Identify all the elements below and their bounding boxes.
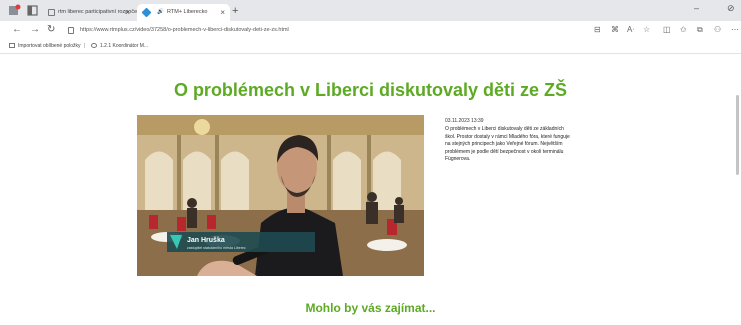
read-aloud-icon[interactable]: Aᐧ <box>627 24 634 36</box>
globe-icon <box>91 43 97 49</box>
forward-icon[interactable]: → <box>30 24 40 36</box>
tab-strip: rtm liberec participativní rozpočet × 🔊 … <box>0 0 741 21</box>
article-date: 03.11.2023 13:39 <box>445 118 484 124</box>
split-screen-icon[interactable]: ◫ <box>663 24 671 36</box>
workspaces-icon[interactable] <box>26 4 39 17</box>
search-favicon-icon <box>48 9 55 16</box>
caption-role: zastupitel statutárního města Liberec <box>187 246 246 250</box>
back-icon[interactable]: ← <box>12 24 22 36</box>
close-tab-icon[interactable]: × <box>125 4 130 21</box>
article-video[interactable]: Jan Hruška zastupitel statutárního města… <box>137 115 424 276</box>
lock-icon <box>68 27 74 34</box>
site-favicon-icon <box>141 7 152 18</box>
minimize-icon[interactable]: – <box>694 3 699 13</box>
bookmark-divider: | <box>84 43 86 49</box>
scrollbar[interactable] <box>736 95 739 175</box>
profile-icon[interactable] <box>8 4 21 17</box>
reader-view-icon[interactable]: ⊟ <box>594 24 601 36</box>
reload-icon[interactable]: ↻ <box>47 24 55 36</box>
speaker-icon[interactable]: 🔊 <box>157 4 164 21</box>
page-content: O problémech v Liberci diskutovaly děti … <box>0 55 741 325</box>
tab-rtm-liberec[interactable]: rtm liberec participativní rozpočet × <box>42 4 139 21</box>
import-icon <box>9 43 15 49</box>
article-body: O problémech v Liberci diskutovaly děti … <box>445 126 570 163</box>
close-tab-icon[interactable]: × <box>220 4 225 21</box>
url-text: https://www.rtmplus.cz/video/37258/o-pro… <box>80 27 289 33</box>
tab-rtm-plus-liberecko[interactable]: 🔊 RTM+ Liberecko × <box>137 4 230 21</box>
url-field[interactable]: https://www.rtmplus.cz/video/37258/o-pro… <box>64 24 604 37</box>
bookmark-import-favorites[interactable]: Importovat oblíbené položky <box>9 42 81 51</box>
bookmark-koordinator[interactable]: 1.2.1 Koordinátor M... <box>91 42 148 51</box>
tab-title: RTM+ Liberecko <box>167 9 208 15</box>
bookmarks-bar: Importovat oblíbené položky | 1.2.1 Koor… <box>0 40 741 54</box>
close-window-icon[interactable]: ⊘ <box>727 3 735 14</box>
menu-icon[interactable]: ⋯ <box>731 24 739 36</box>
article-title: O problémech v Liberci diskutovaly děti … <box>173 80 568 100</box>
related-heading: Mohlo by vás zajímat... <box>305 301 436 315</box>
grid-apps-icon[interactable]: ⌘ <box>611 24 619 36</box>
favorites-icon[interactable]: ✩ <box>680 24 687 36</box>
collections-icon[interactable]: ⧉ <box>697 24 703 36</box>
favorite-star-icon[interactable]: ☆ <box>643 24 650 36</box>
caption-name: Jan Hruška <box>187 237 225 244</box>
extensions-icon[interactable]: ⚇ <box>714 24 721 36</box>
video-frame: Jan Hruška zastupitel statutárního města… <box>137 115 424 276</box>
new-tab-button[interactable]: + <box>232 4 238 18</box>
